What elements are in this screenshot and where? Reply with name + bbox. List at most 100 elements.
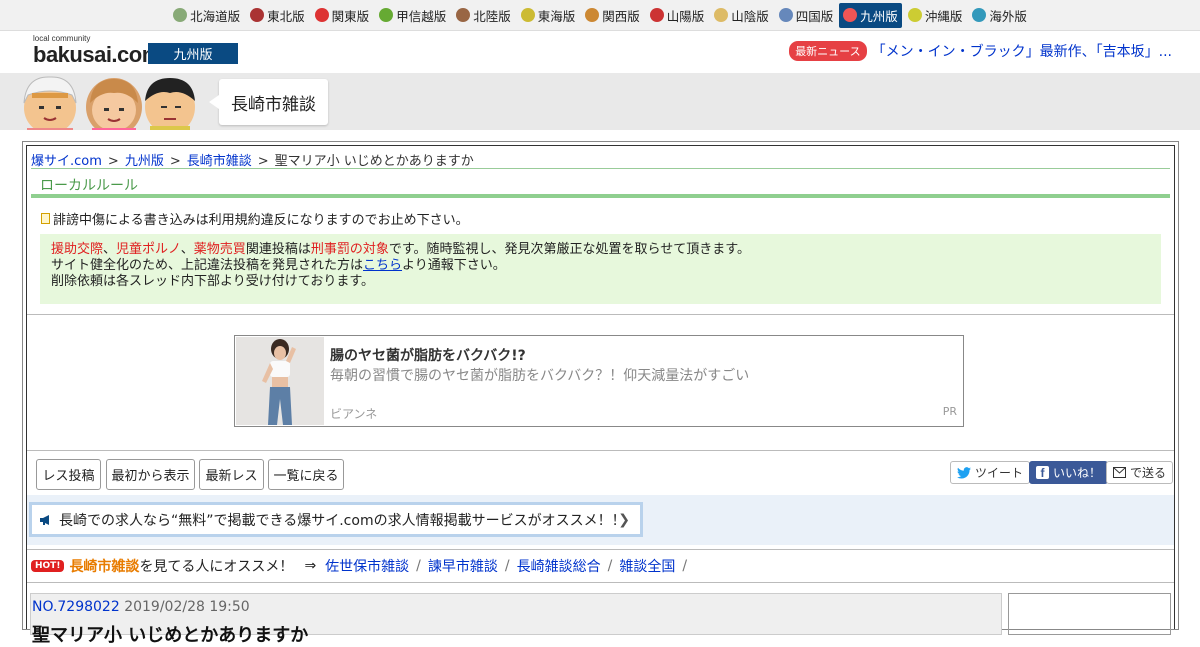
recommend-text: を見てる人にオススメ！ — [139, 559, 294, 575]
illegal-post-notice: 援助交際、児童ポルノ、薬物売買関連投稿は刑事罰の対象です。随時監視し、発見次第厳… — [40, 234, 1161, 304]
region-link[interactable]: 山陽版 — [646, 3, 709, 28]
notice-term: 児童ポルノ — [116, 242, 181, 257]
send-mail-button[interactable]: で送る — [1105, 461, 1173, 484]
category-band: 長崎市雑談 — [0, 73, 1200, 130]
facebook-like-button[interactable]: f いいね！ — [1028, 461, 1108, 484]
recommend-sep: / — [416, 558, 421, 574]
region-label: 甲信越版 — [396, 8, 447, 24]
twitter-icon — [956, 466, 971, 478]
notice-text: サイト健全化のため、上記違法投稿を発見された方は — [51, 258, 364, 273]
region-link[interactable]: 北海道版 — [169, 3, 244, 28]
region-label: 北海道版 — [190, 8, 241, 24]
mascot-faces-icon — [23, 76, 195, 130]
breadcrumb-sep: > — [257, 154, 269, 169]
ad-title[interactable]: 腸のヤセ菌が脂肪をバクバク!? — [330, 345, 526, 365]
news-badge: 最新ニュース — [789, 41, 867, 61]
region-label: 北陸版 — [473, 8, 511, 24]
grape-icon — [379, 8, 394, 22]
region-link[interactable]: 四国版 — [775, 3, 838, 28]
region-label: 海外版 — [989, 8, 1027, 24]
region-link[interactable]: 海外版 — [968, 3, 1031, 28]
recommend-board-link[interactable]: 長崎市雑談 — [69, 559, 139, 575]
ad-description: 毎朝の習慣で腸のヤセ菌が脂肪をバクバク？！仰天減量法がすごい — [330, 368, 750, 384]
region-label: 山陰版 — [731, 8, 769, 24]
send-label: で送る — [1129, 466, 1166, 480]
region-nav: 北海道版 東北版 関東版 甲信越版 北陸版 東海版 関西版 山陽版 山陰版 四国版 九州版 沖縄版 海外… — [0, 0, 1200, 31]
shachihoko-icon — [520, 8, 535, 22]
news-ticker[interactable]: 最新ニュース 「メン・イン・ブラック」最新作、「吉本坂」... — [789, 41, 1172, 61]
recommend-link-nagasaki-general[interactable]: 長崎雑談総合 — [517, 556, 601, 576]
region-link[interactable]: 関東版 — [311, 3, 374, 28]
breadcrumb-region[interactable]: 九州版 — [125, 154, 164, 169]
notice-text: 、 — [103, 242, 117, 257]
region-label: 沖縄版 — [924, 8, 963, 24]
ad-banner[interactable]: 腸のヤセ菌が脂肪をバクバク!? 毎朝の習慣で腸のヤセ菌が脂肪をバクバク？！仰天減… — [234, 335, 964, 427]
region-label: 関西版 — [602, 8, 640, 24]
breadcrumb-home[interactable]: 爆サイ.com — [31, 154, 102, 169]
local-rule-section: ローカルルール 誹謗中傷による書き込みは利用規約違反になりますのでお止め下さい。… — [31, 168, 1170, 304]
namahage-icon — [250, 8, 265, 22]
recommend-link-sasebo[interactable]: 佐世保市雑談 — [325, 556, 409, 576]
tweet-button[interactable]: ツイート — [949, 461, 1030, 484]
thread-title: 聖マリア小 いじめとかありますか — [32, 625, 309, 646]
globe-icon — [972, 8, 987, 22]
megaphone-icon — [40, 514, 49, 525]
post-reply-button[interactable]: レス投稿 — [36, 459, 101, 490]
report-link[interactable]: こちら — [363, 258, 402, 273]
recommend-intro: 長崎市雑談を見てる人にオススメ！ — [69, 556, 293, 576]
breadcrumb-current: 聖マリア小 いじめとかありますか — [274, 154, 474, 169]
latest-replies-button[interactable]: 最新レス — [199, 459, 264, 490]
notice-text: 関連投稿は — [245, 242, 311, 257]
back-to-list-button[interactable]: 一覧に戻る — [268, 459, 344, 490]
defamation-warning-text: 誹謗中傷による書き込みは利用規約違反になりますのでお止め下さい。 — [53, 212, 469, 228]
ad-source: ビアンネ — [330, 407, 378, 421]
ad-section: 腸のヤセ菌が脂肪をバクバク!? 毎朝の習慣で腸のヤセ菌が脂肪をバクバク？！仰天減… — [27, 315, 1174, 451]
sheep-icon — [173, 8, 188, 22]
notice-line-2: サイト健全化のため、上記違法投稿を発見された方はこちらより通報下さい。 — [51, 258, 1150, 274]
content-inner: 爆サイ.com > 九州版 > 長崎市雑談 > 聖マリア小 いじめとかありますか ローカルル… — [26, 145, 1175, 646]
recommend-sep: / — [504, 558, 510, 574]
region-link[interactable]: 甲信越版 — [375, 3, 450, 28]
region-link[interactable]: 九州版 — [839, 2, 902, 28]
breadcrumb-sep: > — [107, 154, 119, 169]
sidebar-box — [1008, 593, 1171, 635]
fish-icon — [843, 8, 858, 22]
logo-text: bakusai.com — [33, 42, 161, 67]
region-link[interactable]: 山陰版 — [710, 3, 773, 28]
show-from-start-button[interactable]: 最初から表示 — [106, 459, 195, 490]
breadcrumb-board[interactable]: 長崎市雑談 — [187, 154, 252, 169]
mail-icon — [1112, 467, 1126, 478]
arrow-icon: ⇒ — [304, 558, 317, 574]
region-link[interactable]: 北陸版 — [452, 3, 515, 28]
notice-line-3: 削除依頼は各スレッド内下部より受け付けております。 — [51, 274, 375, 289]
region-link[interactable]: 沖縄版 — [904, 3, 967, 28]
recommend-link-national[interactable]: 雑談全国 — [619, 556, 675, 576]
local-rule-heading: ローカルルール — [31, 168, 1170, 198]
recommend-sep: / — [682, 558, 688, 574]
shrine-icon — [649, 8, 664, 22]
breadcrumb: 爆サイ.com > 九州版 > 長崎市雑談 > 聖マリア小 いじめとかありますか — [27, 146, 1174, 169]
gate-icon — [456, 8, 471, 22]
post-meta: NO.7298022 2019/02/28 19:50 — [32, 599, 250, 615]
like-label: いいね！ — [1052, 466, 1101, 480]
post-number[interactable]: NO.7298022 — [32, 599, 120, 615]
thread-toolbar: レス投稿 最初から表示 最新レス 一覧に戻る ツイート f いいね！ で送る — [27, 451, 1174, 495]
recommend-sep: / — [607, 558, 613, 574]
region-link[interactable]: 東海版 — [517, 3, 580, 28]
notice-line-1: 援助交際、児童ポルノ、薬物売買関連投稿は刑事罰の対象です。随時監視し、発見次第厳… — [51, 242, 1150, 258]
job-banner-text: 長崎での求人なら“無料”で掲載できる爆サイ.comの求人情報掲載サービスがオスス… — [59, 512, 626, 529]
notice-term: 援助交際 — [51, 242, 104, 257]
region-label: 東海版 — [537, 8, 576, 24]
job-banner[interactable]: 長崎での求人なら“無料”で掲載できる爆サイ.comの求人情報掲載サービスがオスス… — [29, 502, 643, 537]
edition-badge[interactable]: 九州版 — [148, 43, 238, 64]
region-label: 東北版 — [267, 8, 305, 24]
news-headline[interactable]: 「メン・イン・ブラック」最新作、「吉本坂」... — [872, 41, 1172, 61]
region-link[interactable]: 関西版 — [581, 3, 644, 28]
site-logo[interactable]: local community bakusai.com — [33, 34, 161, 67]
takoyaki-icon — [585, 8, 600, 22]
shisa-icon — [907, 8, 922, 22]
region-link[interactable]: 東北版 — [246, 3, 309, 28]
recommend-link-isahaya[interactable]: 諫早市雑談 — [428, 556, 498, 576]
post-date: 2019/02/28 19:50 — [124, 599, 250, 615]
header: local community bakusai.com 九州版 最新ニュース 「… — [0, 31, 1200, 73]
